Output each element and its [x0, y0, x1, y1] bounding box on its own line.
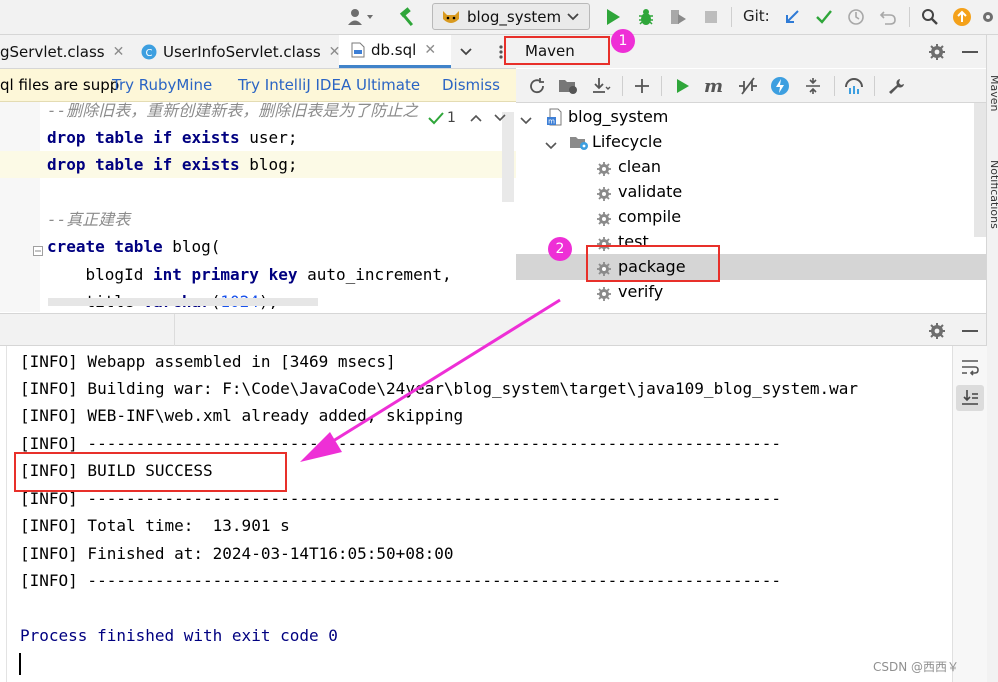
- annotation-arrow: [300, 298, 561, 462]
- watermark-text: CSDN @西西￥: [873, 660, 960, 674]
